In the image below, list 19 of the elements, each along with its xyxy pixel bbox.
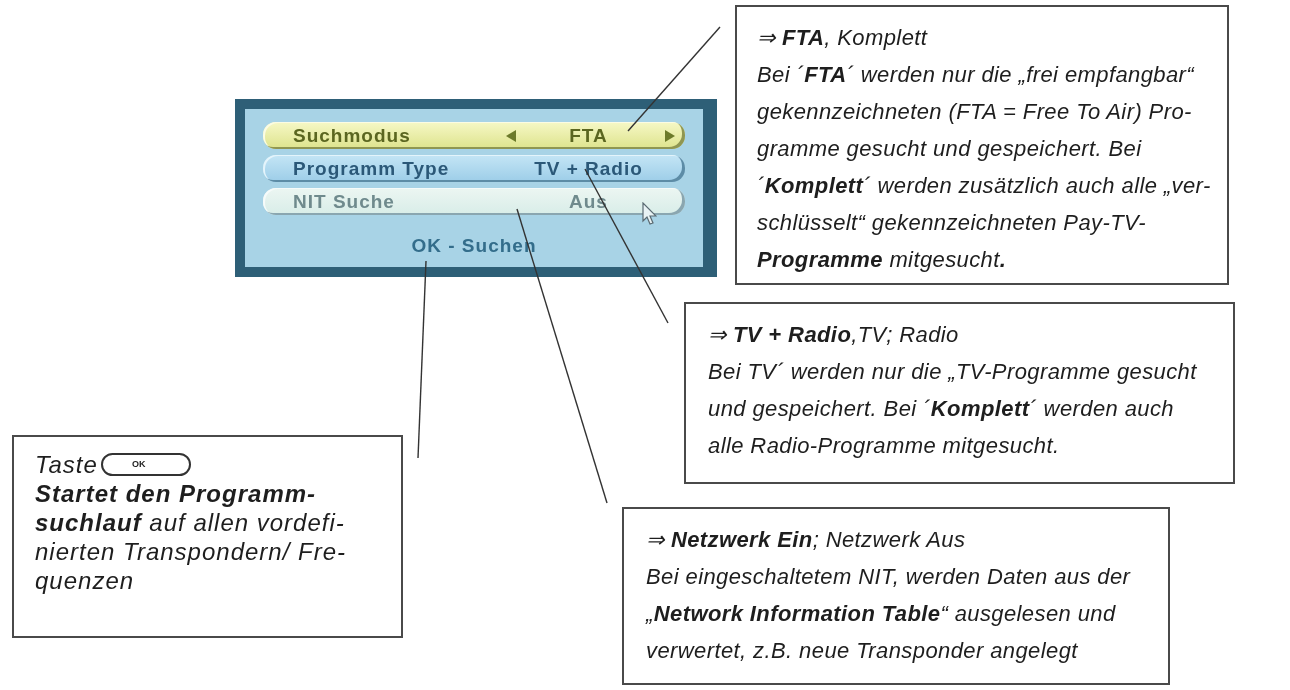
callout-text: Bei TV´ werden nur die „TV-Programme gesucht und gespeichert. Bei ´Komplett´ werden auch alle Radio-Programme mitgesucht. (708, 358, 1197, 460)
ok-key: OK (100, 453, 191, 476)
right-arrow-icon (665, 129, 675, 142)
callout-heading: ⇒ TV + Radio,TV; Radio (708, 321, 959, 349)
left-arrow-icon (506, 129, 516, 142)
row-value: TV + Radio (534, 157, 643, 180)
callout-heading: ⇒ FTA, Komplett (757, 24, 928, 52)
key-label: Taste (35, 450, 98, 479)
callout-heading: ⇒ Netzwerk Ein; Netzwerk Aus (646, 526, 966, 554)
menu-row[interactable]: Programm Type TV + Radio (263, 155, 685, 182)
row-value: FTA (569, 124, 608, 147)
row-label: NIT Suche (293, 190, 396, 213)
menu-row[interactable]: Suchmodus FTA (263, 122, 685, 149)
mouse-pointer-icon (642, 202, 657, 225)
callout-text: Startet den Programm- suchlauf auf allen vordefi- nierten Transpondern/ Fre- quenzen (35, 479, 347, 595)
callout-text: Bei eingeschaltetem NIT, werden Daten aus der „Network Information Table“ ausgelesen und verwertet, z.B. neue Transponder angelegt (646, 563, 1131, 665)
callout-text: Bei ´FTA´ werden nur die „frei empfangbar“ gekennzeichneten (FTA = Free To Air) Pro- gramme gesucht und gespeichert. Bei ´Komplett´ werden zusätzlich auch alle „ver- schlüsselt“ gekennzeichneten Pay-TV- Programme mitgesucht. (757, 61, 1211, 274)
row-label: Suchmodus (293, 124, 412, 147)
row-label: Programm Type (293, 157, 451, 180)
